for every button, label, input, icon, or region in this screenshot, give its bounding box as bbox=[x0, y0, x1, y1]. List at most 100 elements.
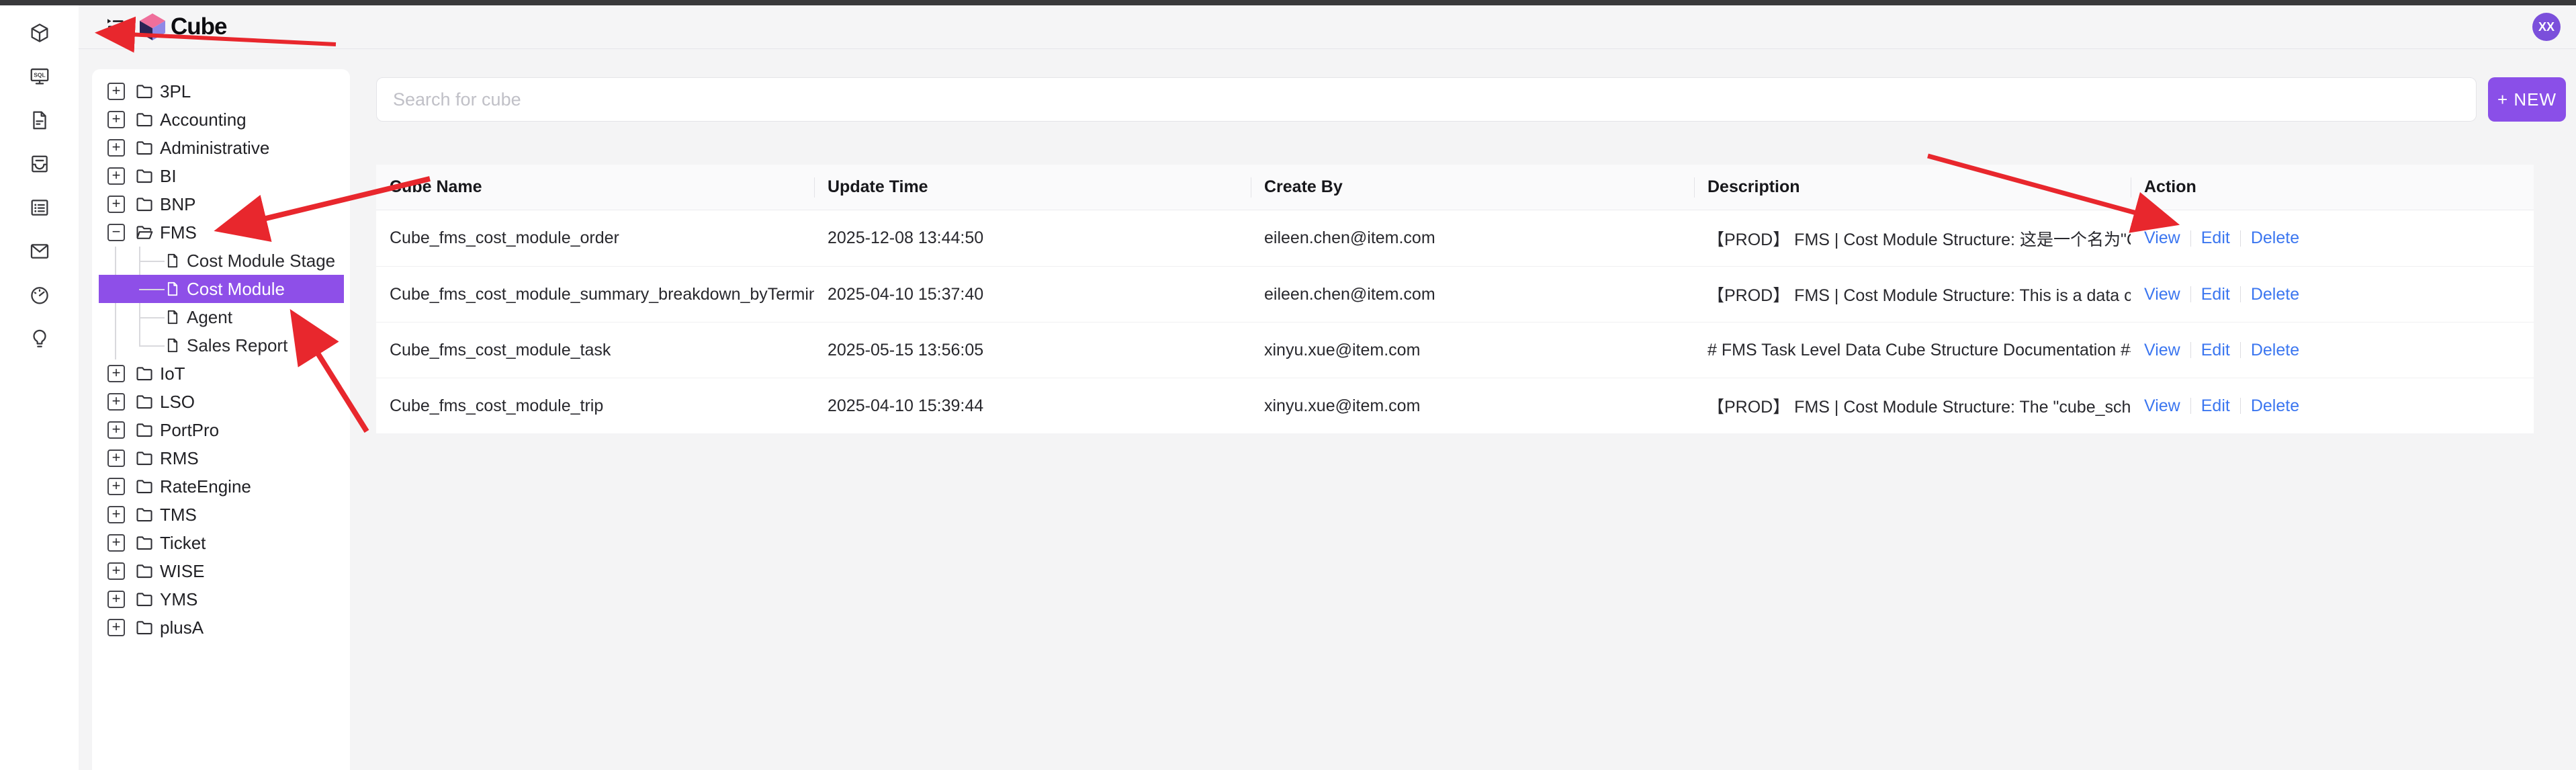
cell-description: 【PROD】 FMS | Cost Module Structure: This… bbox=[1694, 282, 2131, 306]
tree-item-label: 3PL bbox=[160, 81, 191, 102]
view-link[interactable]: View bbox=[2144, 341, 2180, 360]
tree-item-rateengine[interactable]: RateEngine bbox=[92, 472, 350, 501]
delete-link[interactable]: Delete bbox=[2251, 228, 2299, 248]
tree-item-bnp[interactable]: BNP bbox=[92, 190, 350, 218]
folder-icon bbox=[135, 590, 154, 609]
document-icon[interactable] bbox=[27, 108, 52, 133]
tree-item-agent[interactable]: Agent bbox=[99, 303, 344, 331]
expand-icon[interactable] bbox=[107, 450, 125, 467]
tree-item-cost-module-stage[interactable]: Cost Module Stage bbox=[99, 247, 344, 275]
divider bbox=[2240, 230, 2241, 247]
edit-link[interactable]: Edit bbox=[2201, 396, 2230, 416]
cell-create-by: xinyu.xue@item.com bbox=[1251, 396, 1694, 416]
expand-icon[interactable] bbox=[107, 83, 125, 100]
cell-update-time: 2025-04-10 15:37:40 bbox=[814, 285, 1251, 304]
gauge-icon[interactable] bbox=[27, 282, 52, 308]
folder-icon bbox=[135, 477, 154, 496]
app-header: Cube XX bbox=[79, 5, 2576, 49]
tree-item-label: RateEngine bbox=[160, 476, 251, 497]
menu-fold-icon[interactable] bbox=[103, 15, 127, 39]
delete-link[interactable]: Delete bbox=[2251, 396, 2299, 416]
col-header-action: Action bbox=[2131, 177, 2534, 197]
expand-icon[interactable] bbox=[107, 619, 125, 636]
cube-tree-panel: 3PL Accounting Administrative BI bbox=[92, 69, 350, 770]
avatar[interactable]: XX bbox=[2532, 13, 2561, 41]
divider bbox=[2190, 230, 2191, 247]
tree-item-iot[interactable]: IoT bbox=[92, 359, 350, 388]
folder-icon bbox=[135, 449, 154, 468]
tree-item-ticket[interactable]: Ticket bbox=[92, 529, 350, 557]
tree-item-label: LSO bbox=[160, 392, 195, 413]
tree-item-label-selected: Cost Module bbox=[187, 279, 285, 300]
tree-item-label: YMS bbox=[160, 589, 197, 610]
tree-item-plusa[interactable]: plusA bbox=[92, 613, 350, 642]
cube-logo-icon bbox=[138, 12, 167, 42]
collapse-icon[interactable] bbox=[107, 224, 125, 241]
col-header-create-by: Create By bbox=[1251, 177, 1694, 197]
icon-sidebar bbox=[0, 5, 79, 770]
tree-item-yms[interactable]: YMS bbox=[92, 585, 350, 613]
expand-icon[interactable] bbox=[107, 139, 125, 157]
expand-icon[interactable] bbox=[107, 111, 125, 128]
expand-icon[interactable] bbox=[107, 591, 125, 608]
tree-item-administrative[interactable]: Administrative bbox=[92, 134, 350, 162]
view-link[interactable]: View bbox=[2144, 396, 2180, 416]
expand-icon[interactable] bbox=[107, 534, 125, 552]
expand-icon[interactable] bbox=[107, 167, 125, 185]
tree-item-label: WISE bbox=[160, 561, 204, 582]
tree-item-cost-module[interactable]: Cost Module bbox=[99, 275, 344, 303]
expand-icon[interactable] bbox=[107, 196, 125, 213]
table-row-3: Cube_fms_cost_module_task 2025-05-15 13:… bbox=[376, 322, 2534, 378]
view-link[interactable]: View bbox=[2144, 228, 2180, 248]
edit-link[interactable]: Edit bbox=[2201, 228, 2230, 248]
delete-link[interactable]: Delete bbox=[2251, 285, 2299, 304]
tree-item-label: FMS bbox=[160, 222, 197, 243]
view-link[interactable]: View bbox=[2144, 285, 2180, 304]
new-button[interactable]: + NEW bbox=[2488, 77, 2566, 122]
idea-icon[interactable] bbox=[27, 326, 52, 351]
tree-item-wise[interactable]: WISE bbox=[92, 557, 350, 585]
edit-link[interactable]: Edit bbox=[2201, 285, 2230, 304]
tree-item-label: Administrative bbox=[160, 138, 269, 159]
folder-icon bbox=[135, 364, 154, 383]
tree-item-rms[interactable]: RMS bbox=[92, 444, 350, 472]
folder-icon bbox=[135, 618, 154, 637]
expand-icon[interactable] bbox=[107, 478, 125, 495]
tree-item-fms[interactable]: FMS bbox=[92, 218, 350, 247]
expand-icon[interactable] bbox=[107, 562, 125, 580]
delete-link[interactable]: Delete bbox=[2251, 341, 2299, 360]
table-row-4: Cube_fms_cost_module_trip 2025-04-10 15:… bbox=[376, 378, 2534, 433]
cell-actions: View Edit Delete bbox=[2131, 396, 2534, 416]
tree-item-label: Sales Report bbox=[187, 335, 287, 356]
expand-icon[interactable] bbox=[107, 506, 125, 523]
cube-icon[interactable] bbox=[27, 20, 52, 46]
cell-actions: View Edit Delete bbox=[2131, 341, 2534, 360]
cell-actions: View Edit Delete bbox=[2131, 228, 2534, 248]
sql-monitor-icon[interactable] bbox=[27, 64, 52, 89]
inbox-icon[interactable] bbox=[27, 151, 52, 177]
tree-item-bi[interactable]: BI bbox=[92, 162, 350, 190]
tree-item-tms[interactable]: TMS bbox=[92, 501, 350, 529]
divider bbox=[2190, 342, 2191, 358]
tree-item-label: Agent bbox=[187, 307, 232, 328]
divider bbox=[2190, 286, 2191, 302]
folder-icon bbox=[135, 195, 154, 214]
tree-item-label: PortPro bbox=[160, 420, 219, 441]
tree-item-portpro[interactable]: PortPro bbox=[92, 416, 350, 444]
list-icon[interactable] bbox=[27, 195, 52, 220]
search-input[interactable] bbox=[376, 77, 2477, 122]
folder-icon bbox=[135, 421, 154, 439]
mail-icon[interactable] bbox=[27, 239, 52, 264]
expand-icon[interactable] bbox=[107, 393, 125, 411]
toolbar: + NEW bbox=[376, 77, 2566, 122]
expand-icon[interactable] bbox=[107, 365, 125, 382]
tree-item-lso[interactable]: LSO bbox=[92, 388, 350, 416]
divider bbox=[2240, 342, 2241, 358]
col-header-description: Description bbox=[1694, 177, 2131, 197]
edit-link[interactable]: Edit bbox=[2201, 341, 2230, 360]
expand-icon[interactable] bbox=[107, 421, 125, 439]
tree-item-sales-report[interactable]: Sales Report bbox=[99, 331, 344, 359]
cell-update-time: 2025-12-08 13:44:50 bbox=[814, 228, 1251, 248]
tree-item-3pl[interactable]: 3PL bbox=[92, 77, 350, 105]
tree-item-accounting[interactable]: Accounting bbox=[92, 105, 350, 134]
